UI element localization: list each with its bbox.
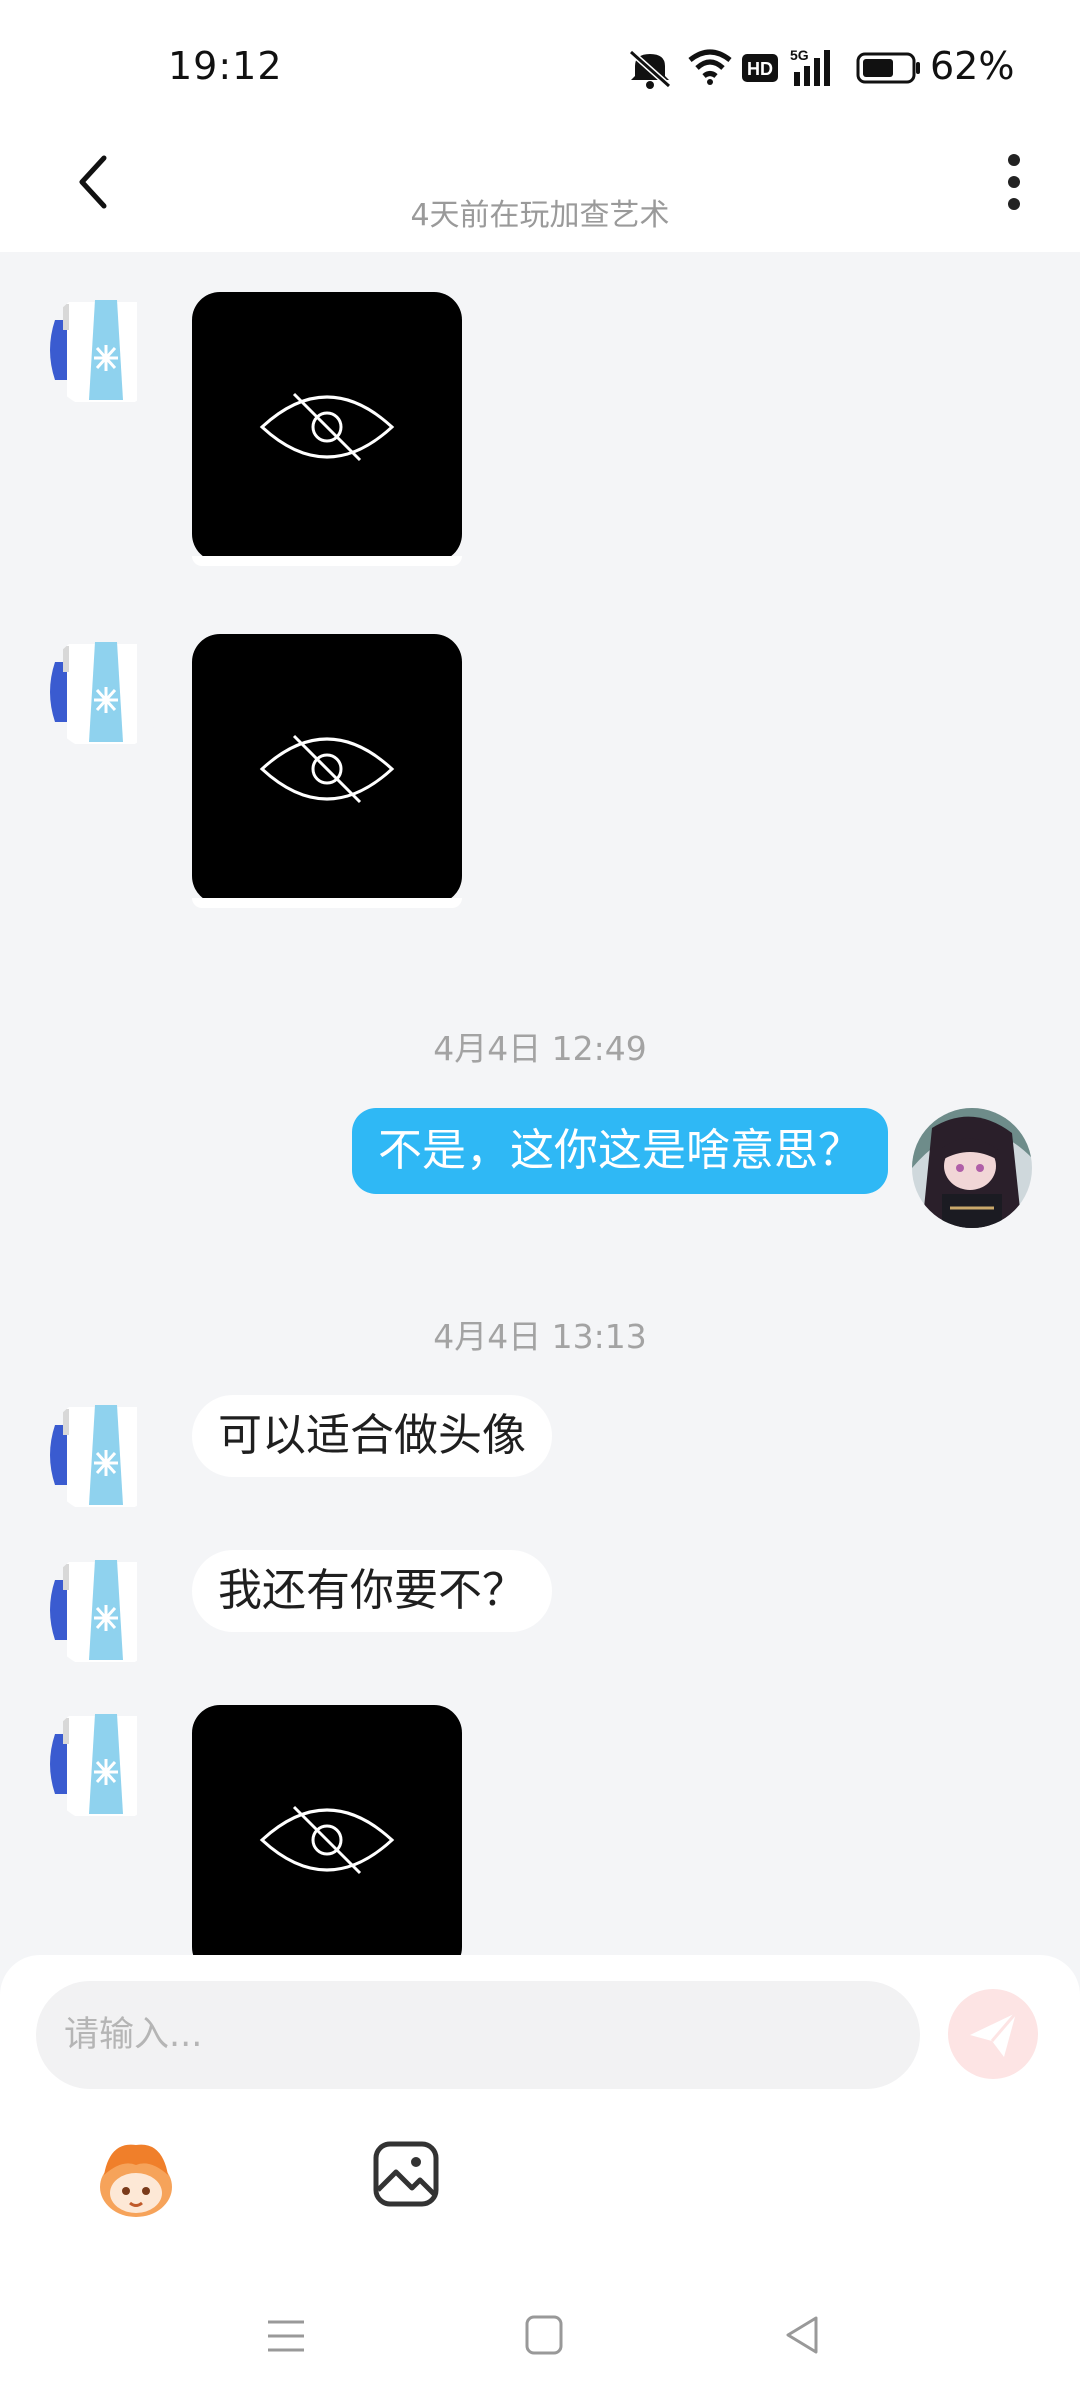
send-button[interactable] [948, 1989, 1038, 2079]
signal-5g-icon: 5G [790, 47, 830, 86]
message-input[interactable]: 请输入... [36, 1981, 920, 2089]
send-icon [970, 2012, 1018, 2057]
hidden-eye-icon [259, 1805, 395, 1875]
contact-avatar[interactable] [45, 1395, 165, 1515]
menu-icon[interactable] [266, 2316, 306, 2356]
hd-icon: HD [742, 54, 778, 82]
mute-icon [628, 49, 672, 89]
contact-avatar[interactable] [45, 290, 165, 410]
emoji-sticker-icon[interactable] [90, 2135, 182, 2221]
back-nav-icon[interactable] [782, 2314, 822, 2356]
svg-text:HD: HD [747, 59, 773, 79]
wifi-icon [688, 49, 732, 85]
time-divider: 4月4日 12:49 [433, 1029, 647, 1068]
home-icon[interactable] [524, 2314, 564, 2356]
more-options-icon[interactable] [994, 150, 1034, 214]
image-message[interactable] [192, 1705, 462, 1975]
contact-avatar[interactable] [45, 632, 165, 752]
contact-avatar[interactable] [45, 1704, 165, 1824]
time-divider: 4月4日 13:13 [433, 1317, 647, 1356]
hidden-eye-icon [259, 392, 395, 462]
user-avatar[interactable] [912, 1108, 1032, 1228]
image-message[interactable] [192, 634, 462, 904]
incoming-message-bubble[interactable]: 可以适合做头像 [192, 1395, 552, 1477]
battery-percent: 62% [930, 44, 1015, 88]
battery-icon [856, 52, 920, 84]
header-subtitle: 4天前在玩加查艺术 [410, 198, 670, 233]
svg-text:5G: 5G [790, 47, 809, 63]
outgoing-message-bubble[interactable]: 不是，这你这是啥意思？ [352, 1108, 888, 1194]
image-message-edge [192, 898, 462, 908]
contact-avatar[interactable] [45, 1550, 165, 1670]
incoming-message-bubble[interactable]: 我还有你要不？ [192, 1550, 552, 1632]
hidden-eye-icon [259, 734, 395, 804]
image-message-edge [192, 556, 462, 566]
image-message[interactable] [192, 292, 462, 562]
status-time: 19:12 [168, 44, 283, 88]
image-picker-icon[interactable] [372, 2140, 440, 2208]
